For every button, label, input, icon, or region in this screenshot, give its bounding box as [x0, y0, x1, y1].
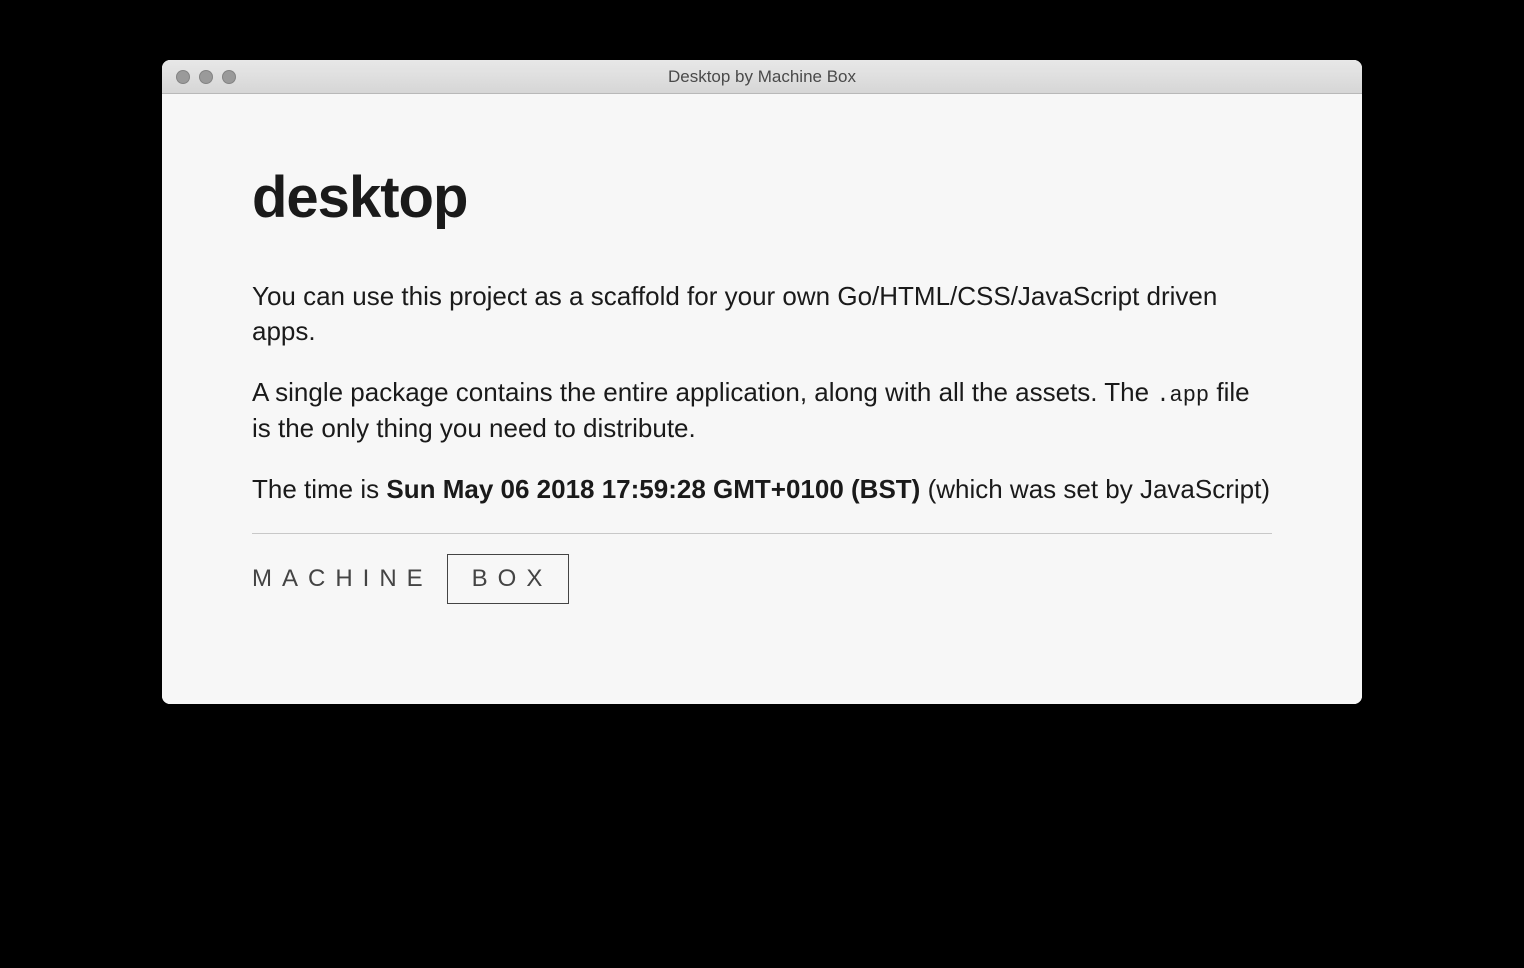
content-area: desktop You can use this project as a sc…: [162, 94, 1362, 704]
divider: [252, 533, 1272, 534]
time-text-after: (which was set by JavaScript): [920, 474, 1270, 504]
maximize-icon[interactable]: [222, 70, 236, 84]
page-heading: desktop: [252, 164, 1272, 231]
package-text-before: A single package contains the entire app…: [252, 377, 1156, 407]
window-title: Desktop by Machine Box: [162, 67, 1362, 87]
time-text-before: The time is: [252, 474, 386, 504]
titlebar[interactable]: Desktop by Machine Box: [162, 60, 1362, 94]
intro-paragraph: You can use this project as a scaffold f…: [252, 279, 1272, 349]
logo-word-machine: MACHINE: [252, 565, 433, 593]
app-window: Desktop by Machine Box desktop You can u…: [162, 60, 1362, 704]
time-value: Sun May 06 2018 17:59:28 GMT+0100 (BST): [386, 474, 920, 504]
traffic-lights: [162, 70, 236, 84]
machine-box-logo: MACHINE BOX: [252, 554, 1272, 604]
time-paragraph: The time is Sun May 06 2018 17:59:28 GMT…: [252, 472, 1272, 507]
package-paragraph: A single package contains the entire app…: [252, 375, 1272, 446]
minimize-icon[interactable]: [199, 70, 213, 84]
close-icon[interactable]: [176, 70, 190, 84]
app-code-literal: .app: [1156, 383, 1209, 408]
logo-word-box: BOX: [447, 554, 570, 604]
